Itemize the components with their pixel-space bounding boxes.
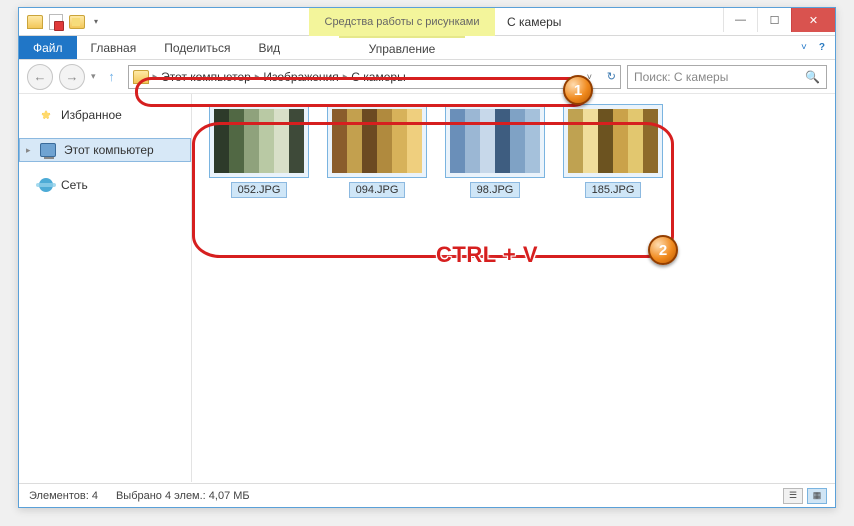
address-bar[interactable]: ▸ Этот компьютер ▸ Изображения ▸ С камер… xyxy=(128,65,621,89)
explorer-window: ▾ Средства работы с рисунками С камеры —… xyxy=(18,7,836,508)
sidebar-item-network[interactable]: Сеть xyxy=(19,174,191,196)
annotation-badge: 2 xyxy=(648,235,678,265)
navigation-pane: Избранное ▸ Этот компьютер Сеть xyxy=(19,94,192,482)
file-item[interactable]: 094.JPG xyxy=(326,104,428,198)
thumbnail-frame xyxy=(209,104,309,178)
thumbnail-image xyxy=(214,109,304,173)
help-icon[interactable]: ? xyxy=(819,42,825,53)
content-pane[interactable]: 052.JPG 094.JPG 98.JPG 185.JPG xyxy=(192,94,835,482)
status-selection: Выбрано 4 элем.: 4,07 МБ xyxy=(116,490,250,502)
tab-view[interactable]: Вид xyxy=(244,36,294,59)
thumbnail-frame xyxy=(445,104,545,178)
star-icon xyxy=(39,108,53,122)
tab-home[interactable]: Главная xyxy=(77,36,151,59)
chevron-right-icon[interactable]: ▸ xyxy=(26,145,31,156)
ribbon-tabs: Файл Главная Поделиться Вид Управление ˅… xyxy=(19,36,835,60)
tab-manage[interactable]: Управление xyxy=(339,36,465,59)
chevron-right-icon[interactable]: ▸ xyxy=(343,71,348,82)
status-item-count: Элементов: 4 xyxy=(29,490,98,502)
close-button[interactable]: ✕ xyxy=(791,8,835,32)
breadcrumb[interactable]: Этот компьютер xyxy=(161,70,251,84)
file-item[interactable]: 185.JPG xyxy=(562,104,664,198)
breadcrumb[interactable]: С камеры xyxy=(351,70,405,84)
breadcrumb[interactable]: Изображения xyxy=(263,70,338,84)
window-title: С камеры xyxy=(507,15,561,29)
thumbnails-view-button[interactable]: ▦ xyxy=(807,488,827,504)
folder-icon xyxy=(27,15,43,29)
file-name-label: 98.JPG xyxy=(470,182,521,198)
file-item[interactable]: 052.JPG xyxy=(208,104,310,198)
file-name-label: 052.JPG xyxy=(231,182,288,198)
search-placeholder: Поиск: С камеры xyxy=(634,70,728,84)
search-icon[interactable]: 🔍 xyxy=(805,70,820,84)
window-controls: — ☐ ✕ xyxy=(723,8,835,32)
history-dropdown-icon[interactable]: ▾ xyxy=(91,71,96,82)
minimize-button[interactable]: — xyxy=(723,8,757,32)
tab-file[interactable]: Файл xyxy=(19,36,77,59)
tab-share[interactable]: Поделиться xyxy=(150,36,244,59)
titlebar: ▾ Средства работы с рисунками С камеры —… xyxy=(19,8,835,36)
body: Избранное ▸ Этот компьютер Сеть 052.JPG0… xyxy=(19,94,835,482)
sidebar-item-label: Этот компьютер xyxy=(64,143,154,157)
properties-icon[interactable] xyxy=(49,14,63,30)
context-tab-header: Средства работы с рисунками xyxy=(309,8,495,36)
new-folder-icon[interactable] xyxy=(69,15,85,29)
back-button[interactable]: ← xyxy=(27,64,53,90)
status-bar: Элементов: 4 Выбрано 4 элем.: 4,07 МБ ☰ … xyxy=(19,483,835,507)
maximize-button[interactable]: ☐ xyxy=(757,8,791,32)
sidebar-item-label: Сеть xyxy=(61,178,88,192)
forward-button[interactable]: → xyxy=(59,64,85,90)
file-item[interactable]: 98.JPG xyxy=(444,104,546,198)
sidebar-item-this-pc[interactable]: ▸ Этот компьютер xyxy=(19,138,191,162)
annotation-shortcut: CTRL + V xyxy=(436,242,538,268)
thumbnail-image xyxy=(332,109,422,173)
navigation-row: ← → ▾ ↑ ▸ Этот компьютер ▸ Изображения ▸… xyxy=(19,60,835,94)
refresh-icon[interactable]: ↻ xyxy=(607,70,616,83)
location-folder-icon xyxy=(133,70,149,84)
ribbon-expand-icon[interactable]: ˅ xyxy=(801,42,807,53)
quick-access-toolbar: ▾ xyxy=(19,14,109,30)
file-name-label: 094.JPG xyxy=(349,182,406,198)
up-button[interactable]: ↑ xyxy=(102,67,122,87)
chevron-right-icon[interactable]: ▸ xyxy=(255,71,260,82)
thumbnail-image xyxy=(450,109,540,173)
file-grid: 052.JPG 094.JPG 98.JPG 185.JPG xyxy=(202,104,825,198)
sidebar-item-favorites[interactable]: Избранное xyxy=(19,104,191,126)
chevron-right-icon[interactable]: ▸ xyxy=(153,71,158,82)
details-view-button[interactable]: ☰ xyxy=(783,488,803,504)
computer-icon xyxy=(40,143,56,157)
thumbnail-frame xyxy=(327,104,427,178)
annotation-badge: 1 xyxy=(563,75,593,105)
sidebar-item-label: Избранное xyxy=(61,108,122,122)
network-icon xyxy=(39,178,53,192)
thumbnail-image xyxy=(568,109,658,173)
thumbnail-frame xyxy=(563,104,663,178)
qat-dropdown-icon[interactable]: ▾ xyxy=(91,17,101,27)
file-name-label: 185.JPG xyxy=(585,182,642,198)
search-input[interactable]: Поиск: С камеры 🔍 xyxy=(627,65,827,89)
